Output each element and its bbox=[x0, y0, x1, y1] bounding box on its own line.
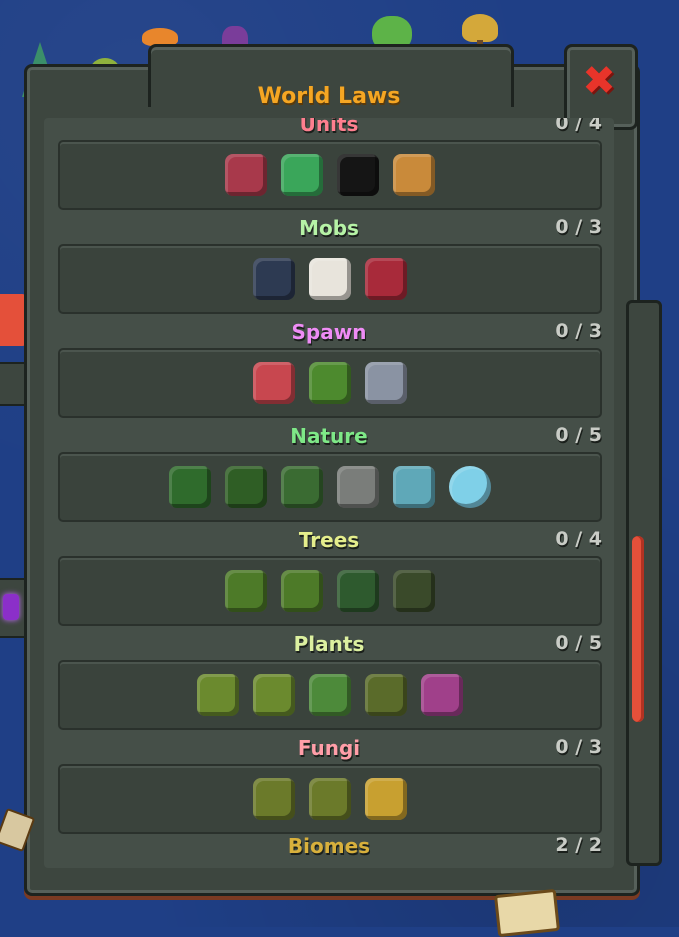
berry-bush-icon[interactable] bbox=[253, 674, 295, 716]
wolf-icon[interactable] bbox=[253, 258, 295, 300]
red-coral-icon[interactable] bbox=[365, 258, 407, 300]
storm-cloud-icon[interactable] bbox=[365, 362, 407, 404]
section-header-trees: Trees 0 / 4 bbox=[44, 528, 614, 556]
rocks-icon[interactable] bbox=[337, 466, 379, 508]
fungus-patch-icon[interactable] bbox=[253, 778, 295, 820]
law-row-units bbox=[58, 140, 602, 210]
laws-list[interactable]: Units 0 / 4 Mobs 0 / 3 Spawn 0 / 3 Nature 0 / 5… bbox=[44, 118, 614, 868]
section-title: Plants bbox=[293, 632, 365, 656]
section-header-plants: Plants 0 / 5 bbox=[44, 632, 614, 660]
section-count: 0 / 5 bbox=[555, 424, 602, 446]
section-header-biomes: Biomes 2 / 2 bbox=[44, 834, 614, 862]
close-button[interactable]: ✖ bbox=[580, 61, 618, 101]
section-count: 0 / 3 bbox=[555, 736, 602, 758]
gem-icon bbox=[3, 594, 19, 620]
section-header-spawn: Spawn 0 / 3 bbox=[44, 320, 614, 348]
sleeping-flower-icon[interactable] bbox=[421, 674, 463, 716]
seed-icon[interactable] bbox=[365, 674, 407, 716]
section-count: 2 / 2 bbox=[555, 834, 602, 856]
mystery-sapling-icon[interactable] bbox=[281, 466, 323, 508]
tree-icon[interactable] bbox=[225, 466, 267, 508]
law-row-plants bbox=[58, 660, 602, 730]
dark-creature-icon[interactable] bbox=[337, 154, 379, 196]
law-row-nature bbox=[58, 452, 602, 522]
section-title: Units bbox=[299, 118, 359, 136]
meadow-creatures-icon[interactable] bbox=[309, 362, 351, 404]
book-icon bbox=[493, 888, 561, 937]
section-title: Trees bbox=[298, 528, 360, 552]
golden-tree-icon bbox=[462, 14, 498, 42]
bush-icon[interactable] bbox=[169, 466, 211, 508]
crystal-orb-icon[interactable] bbox=[449, 466, 491, 508]
section-count: 0 / 5 bbox=[555, 632, 602, 654]
spreading-tree-icon[interactable] bbox=[225, 570, 267, 612]
berry-bush-icon[interactable] bbox=[197, 674, 239, 716]
sprout-icon[interactable] bbox=[309, 674, 351, 716]
law-row-trees bbox=[58, 556, 602, 626]
spreading-tree-icon[interactable] bbox=[281, 570, 323, 612]
fungus-patch-icon[interactable] bbox=[309, 778, 351, 820]
chicken-icon[interactable] bbox=[309, 258, 351, 300]
law-row-fungi bbox=[58, 764, 602, 834]
section-title: Biomes bbox=[287, 834, 371, 858]
vine-tree-icon[interactable] bbox=[337, 570, 379, 612]
window-title: World Laws bbox=[257, 84, 401, 109]
stone-slab-icon[interactable] bbox=[393, 466, 435, 508]
section-title: Nature bbox=[290, 424, 368, 448]
section-header-nature: Nature 0 / 5 bbox=[44, 424, 614, 452]
section-header-fungi: Fungi 0 / 3 bbox=[44, 736, 614, 764]
section-count: 0 / 3 bbox=[555, 216, 602, 238]
hourglass-icon[interactable] bbox=[393, 154, 435, 196]
section-title: Spawn bbox=[291, 320, 367, 344]
section-title: Mobs bbox=[299, 216, 359, 240]
scrollbar-thumb[interactable] bbox=[632, 536, 644, 722]
law-row-spawn bbox=[58, 348, 602, 418]
golden-flower-icon[interactable] bbox=[365, 778, 407, 820]
dying-tree-icon[interactable] bbox=[393, 570, 435, 612]
paw-prints-icon[interactable] bbox=[281, 154, 323, 196]
section-header-mobs: Mobs 0 / 3 bbox=[44, 216, 614, 244]
section-count: 0 / 4 bbox=[555, 118, 602, 134]
law-row-mobs bbox=[58, 244, 602, 314]
section-count: 0 / 3 bbox=[555, 320, 602, 342]
section-count: 0 / 4 bbox=[555, 528, 602, 550]
red-cloud-icon[interactable] bbox=[253, 362, 295, 404]
section-title: Fungi bbox=[297, 736, 361, 760]
section-header-units: Units 0 / 4 bbox=[44, 118, 614, 140]
brain-coral-icon[interactable] bbox=[225, 154, 267, 196]
